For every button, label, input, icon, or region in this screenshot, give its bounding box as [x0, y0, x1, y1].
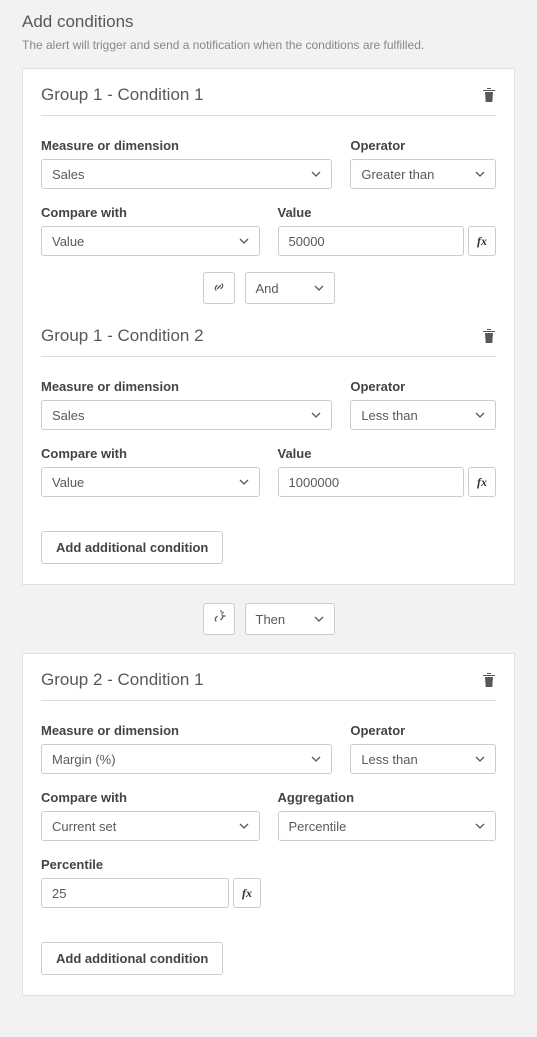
measure-value: Sales	[52, 408, 85, 423]
connector-select[interactable]: And	[245, 272, 335, 304]
compare-select[interactable]: Value	[41, 226, 260, 256]
condition-title: Group 2 - Condition 1	[41, 670, 204, 690]
measure-value: Margin (%)	[52, 752, 116, 767]
aggregation-label: Aggregation	[278, 790, 497, 805]
operator-select[interactable]: Greater than	[350, 159, 496, 189]
operator-select[interactable]: Less than	[350, 400, 496, 430]
compare-value: Value	[52, 234, 84, 249]
fx-button[interactable]: fx	[468, 226, 496, 256]
trash-icon[interactable]	[482, 328, 496, 344]
value-input[interactable]: 1000000	[278, 467, 465, 497]
condition-header: Group 1 - Condition 1	[41, 85, 496, 116]
operator-value: Less than	[361, 752, 417, 767]
value-label: Value	[278, 446, 497, 461]
unlink-icon	[211, 610, 227, 629]
value-label: Value	[278, 205, 497, 220]
aggregation-value: Percentile	[289, 819, 347, 834]
measure-select[interactable]: Margin (%)	[41, 744, 332, 774]
chevron-down-icon	[475, 821, 485, 831]
group-2-card: Group 2 - Condition 1 Measure or dimensi…	[22, 653, 515, 996]
chevron-down-icon	[311, 754, 321, 764]
value-input-text: 1000000	[289, 475, 340, 490]
compare-label: Compare with	[41, 446, 260, 461]
fx-button[interactable]: fx	[233, 878, 261, 908]
chevron-down-icon	[475, 754, 485, 764]
chevron-down-icon	[311, 169, 321, 179]
chevron-down-icon	[314, 614, 324, 624]
compare-value: Current set	[52, 819, 116, 834]
measure-select[interactable]: Sales	[41, 159, 332, 189]
add-condition-button[interactable]: Add additional condition	[41, 942, 223, 975]
compare-label: Compare with	[41, 790, 260, 805]
compare-select[interactable]: Current set	[41, 811, 260, 841]
trash-icon[interactable]	[482, 87, 496, 103]
fx-button[interactable]: fx	[468, 467, 496, 497]
add-condition-button[interactable]: Add additional condition	[41, 531, 223, 564]
measure-select[interactable]: Sales	[41, 400, 332, 430]
condition-title: Group 1 - Condition 1	[41, 85, 204, 105]
connector-value: And	[256, 281, 279, 296]
measure-label: Measure or dimension	[41, 379, 332, 394]
chevron-down-icon	[239, 477, 249, 487]
trash-icon[interactable]	[482, 672, 496, 688]
operator-select[interactable]: Less than	[350, 744, 496, 774]
group-connector-value: Then	[256, 612, 286, 627]
compare-value: Value	[52, 475, 84, 490]
measure-label: Measure or dimension	[41, 138, 332, 153]
group-connector-select[interactable]: Then	[245, 603, 335, 635]
aggregation-select[interactable]: Percentile	[278, 811, 497, 841]
connector-row: And	[41, 272, 496, 304]
operator-value: Greater than	[361, 167, 434, 182]
operator-label: Operator	[350, 138, 496, 153]
chevron-down-icon	[475, 169, 485, 179]
page-subtitle: The alert will trigger and send a notifi…	[22, 38, 515, 52]
chevron-down-icon	[311, 410, 321, 420]
condition-header: Group 1 - Condition 2	[41, 326, 496, 357]
unlink-icon-button[interactable]	[203, 603, 235, 635]
percentile-input-text: 25	[52, 886, 66, 901]
value-input-text: 50000	[289, 234, 325, 249]
value-input[interactable]: 50000	[278, 226, 465, 256]
group-connector-row: Then	[22, 603, 515, 635]
chevron-down-icon	[239, 236, 249, 246]
link-icon-button[interactable]	[203, 272, 235, 304]
measure-value: Sales	[52, 167, 85, 182]
operator-label: Operator	[350, 379, 496, 394]
condition-title: Group 1 - Condition 2	[41, 326, 204, 346]
link-icon	[211, 279, 227, 298]
condition-header: Group 2 - Condition 1	[41, 670, 496, 701]
measure-label: Measure or dimension	[41, 723, 332, 738]
compare-label: Compare with	[41, 205, 260, 220]
chevron-down-icon	[314, 283, 324, 293]
percentile-input[interactable]: 25	[41, 878, 229, 908]
operator-label: Operator	[350, 723, 496, 738]
page-title: Add conditions	[22, 12, 515, 32]
group-1-card: Group 1 - Condition 1 Measure or dimensi…	[22, 68, 515, 585]
chevron-down-icon	[475, 410, 485, 420]
compare-select[interactable]: Value	[41, 467, 260, 497]
percentile-label: Percentile	[41, 857, 261, 872]
operator-value: Less than	[361, 408, 417, 423]
chevron-down-icon	[239, 821, 249, 831]
